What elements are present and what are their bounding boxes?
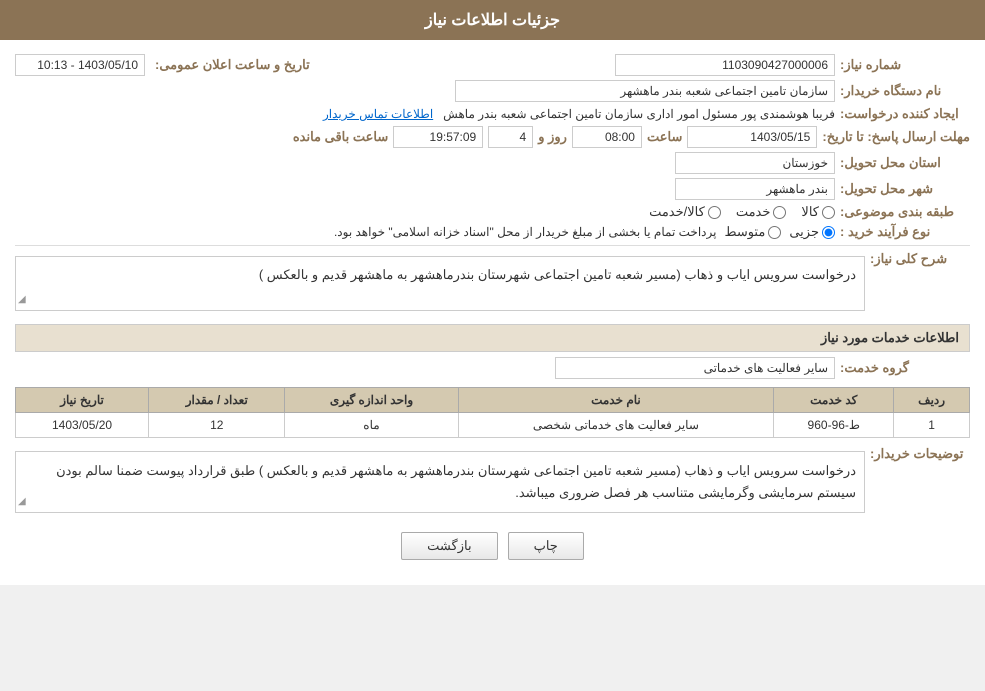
shomare-niaz-label: شماره نیاز: <box>840 57 970 73</box>
tabaqe-khedmat-radio[interactable] <box>773 206 786 219</box>
ostan-label: استان محل تحویل: <box>840 155 970 171</box>
eijad-konande-label: ایجاد کننده درخواست: <box>840 106 970 122</box>
baghimandeh-input[interactable] <box>393 126 483 148</box>
tabaqe-label: طبقه بندی موضوعی: <box>840 204 970 220</box>
shahr-input[interactable] <box>675 178 835 200</box>
content-area: شماره نیاز: تاریخ و ساعت اعلان عمومی: نا… <box>0 40 985 585</box>
rooz-input[interactable] <box>488 126 533 148</box>
tabaqe-radio-group: کالا خدمت کالا/خدمت <box>649 204 835 220</box>
eijad-konande-row: ایجاد کننده درخواست: فریبا هوشمندی پور م… <box>15 106 970 122</box>
proc-motovaset-label: متوسط <box>724 224 765 240</box>
print-button[interactable]: چاپ <box>508 532 584 560</box>
col-radif: ردیف <box>894 388 970 413</box>
saat-label: ساعت <box>647 129 682 145</box>
cell-tarikh: 1403/05/20 <box>16 413 149 438</box>
tabaqe-khedmat-label: خدمت <box>736 204 771 220</box>
back-button[interactable]: بازگشت <box>401 532 497 560</box>
table-row: 1ط-96-960سایر فعالیت های خدماتی شخصیماه1… <box>16 413 970 438</box>
divider-1 <box>15 245 970 246</box>
cell-kod: ط-96-960 <box>774 413 894 438</box>
tarikh-elan-input[interactable] <box>15 54 145 76</box>
col-kod: کد خدمت <box>774 388 894 413</box>
tabaqe-kala-label: کالا <box>801 204 819 220</box>
noe-farayand-label: نوع فرآیند خرید : <box>840 224 970 240</box>
baghimandeh-label: ساعت باقی مانده <box>293 129 388 145</box>
resize-icon-2: ◢ <box>18 493 26 510</box>
sharh-koli-box: درخواست سرویس ایاب و ذهاب (مسیر شعبه تام… <box>15 256 865 311</box>
tarikh-elan-label: تاریخ و ساعت اعلان عمومی: <box>155 57 310 73</box>
tabaqe-kala-radio[interactable] <box>822 206 835 219</box>
tabaqe-bandi-row: طبقه بندی موضوعی: کالا خدمت کالا/خدمت <box>15 204 970 220</box>
proc-group: جزیی متوسط پرداخت تمام یا بخشی از مبلغ خ… <box>334 224 835 240</box>
etelaate-khadamat-title: اطلاعات خدمات مورد نیاز <box>15 324 970 352</box>
nam-dastgah-input[interactable] <box>455 80 835 102</box>
sharh-koli-value: درخواست سرویس ایاب و ذهاب (مسیر شعبه تام… <box>259 267 856 282</box>
col-tedad: تعداد / مقدار <box>149 388 285 413</box>
proc-jozii-label: جزیی <box>789 224 819 240</box>
bottom-buttons: چاپ بازگشت <box>15 522 970 575</box>
page-header: جزئیات اطلاعات نیاز <box>0 0 985 40</box>
cell-radif: 1 <box>894 413 970 438</box>
khadamat-table-section: ردیف کد خدمت نام خدمت واحد اندازه گیری ت… <box>15 387 970 438</box>
gore-khadamat-label: گروه خدمت: <box>840 360 970 376</box>
tozi-box: درخواست سرویس ایاب و ذهاب (مسیر شعبه تام… <box>15 451 865 513</box>
shahr-label: شهر محل تحویل: <box>840 181 970 197</box>
sharh-koli-row: شرح کلی نیاز: درخواست سرویس ایاب و ذهاب … <box>15 251 970 316</box>
ostan-row: استان محل تحویل: <box>15 152 970 174</box>
sharh-koli-label: شرح کلی نیاز: <box>870 251 970 267</box>
proc-motovaset-radio[interactable] <box>768 226 781 239</box>
cell-vahed: ماه <box>285 413 458 438</box>
cell-name: سایر فعالیت های خدماتی شخصی <box>458 413 774 438</box>
khadamat-table: ردیف کد خدمت نام خدمت واحد اندازه گیری ت… <box>15 387 970 438</box>
tarikh-pasokh-input[interactable] <box>687 126 817 148</box>
proc-jozii-radio[interactable] <box>822 226 835 239</box>
tabaqe-kala-khedmat-radio[interactable] <box>708 206 721 219</box>
mohlat-ersalPasokh-row: مهلت ارسال پاسخ: تا تاریخ: ساعت روز و سا… <box>15 126 970 148</box>
tabaqe-kala-khedmat-label: کالا/خدمت <box>649 204 705 220</box>
proc-motovaset[interactable]: متوسط <box>724 224 781 240</box>
tabaqe-khedmat-item[interactable]: خدمت <box>736 204 787 220</box>
col-tarikh: تاریخ نیاز <box>16 388 149 413</box>
header-title: جزئیات اطلاعات نیاز <box>425 12 560 29</box>
tozi-label: توضیحات خریدار: <box>870 446 970 462</box>
nam-dastgah-row: نام دستگاه خریدار: <box>15 80 970 102</box>
gore-khadamat-input[interactable] <box>555 357 835 379</box>
shomare-niaz-row: شماره نیاز: تاریخ و ساعت اعلان عمومی: <box>15 54 970 76</box>
proc-jozii[interactable]: جزیی <box>789 224 835 240</box>
tabaqe-kala-item[interactable]: کالا <box>801 204 835 220</box>
col-name: نام خدمت <box>458 388 774 413</box>
tozi-row: توضیحات خریدار: درخواست سرویس ایاب و ذها… <box>15 446 970 518</box>
farayand-desc: پرداخت تمام یا بخشی از مبلغ خریدار از مح… <box>334 225 717 239</box>
shahr-row: شهر محل تحویل: <box>15 178 970 200</box>
rooz-label: روز و <box>538 129 567 145</box>
noe-farayand-row: نوع فرآیند خرید : جزیی متوسط پرداخت تمام… <box>15 224 970 240</box>
cell-tedad: 12 <box>149 413 285 438</box>
saat-pasokh-input[interactable] <box>572 126 642 148</box>
tozi-value: درخواست سرویس ایاب و ذهاب (مسیر شعبه تام… <box>56 463 856 500</box>
page-wrapper: جزئیات اطلاعات نیاز شماره نیاز: تاریخ و … <box>0 0 985 585</box>
eijad-konande-value: فریبا هوشمندی پور مسئول امور اداری سازما… <box>443 107 835 121</box>
resize-icon-1: ◢ <box>18 292 26 308</box>
etelaate-tamas-link[interactable]: اطلاعات تماس خریدار <box>323 107 433 121</box>
ostan-input[interactable] <box>675 152 835 174</box>
shomare-niaz-input[interactable] <box>615 54 835 76</box>
nam-dastgah-label: نام دستگاه خریدار: <box>840 83 970 99</box>
mohlat-label: مهلت ارسال پاسخ: تا تاریخ: <box>822 129 970 145</box>
tabaqe-kala-khedmat-item[interactable]: کالا/خدمت <box>649 204 721 220</box>
col-vahed: واحد اندازه گیری <box>285 388 458 413</box>
gore-khadamat-row: گروه خدمت: <box>15 357 970 379</box>
